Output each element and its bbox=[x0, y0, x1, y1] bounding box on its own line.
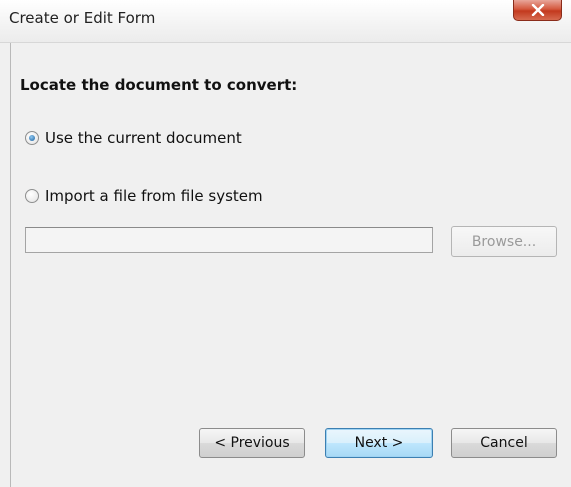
import-file-label: Import a file from file system bbox=[45, 187, 263, 205]
use-current-document-option[interactable]: Use the current document bbox=[25, 129, 242, 147]
import-file-option[interactable]: Import a file from file system bbox=[25, 187, 263, 205]
use-current-document-radio[interactable] bbox=[25, 131, 39, 145]
title-bar[interactable]: Create or Edit Form bbox=[0, 0, 571, 43]
close-button[interactable] bbox=[513, 0, 562, 21]
close-icon bbox=[531, 4, 545, 16]
use-current-document-label: Use the current document bbox=[45, 129, 242, 147]
import-file-radio[interactable] bbox=[25, 189, 39, 203]
previous-button[interactable]: < Previous bbox=[199, 428, 305, 458]
file-path-input[interactable] bbox=[25, 227, 433, 253]
window-title: Create or Edit Form bbox=[9, 9, 156, 27]
dialog-window: Create or Edit Form Locate the document … bbox=[0, 0, 571, 487]
next-button[interactable]: Next > bbox=[325, 428, 433, 458]
dialog-body bbox=[10, 43, 571, 487]
cancel-button[interactable]: Cancel bbox=[451, 428, 557, 458]
section-heading: Locate the document to convert: bbox=[20, 76, 298, 94]
browse-button[interactable]: Browse... bbox=[451, 226, 557, 257]
